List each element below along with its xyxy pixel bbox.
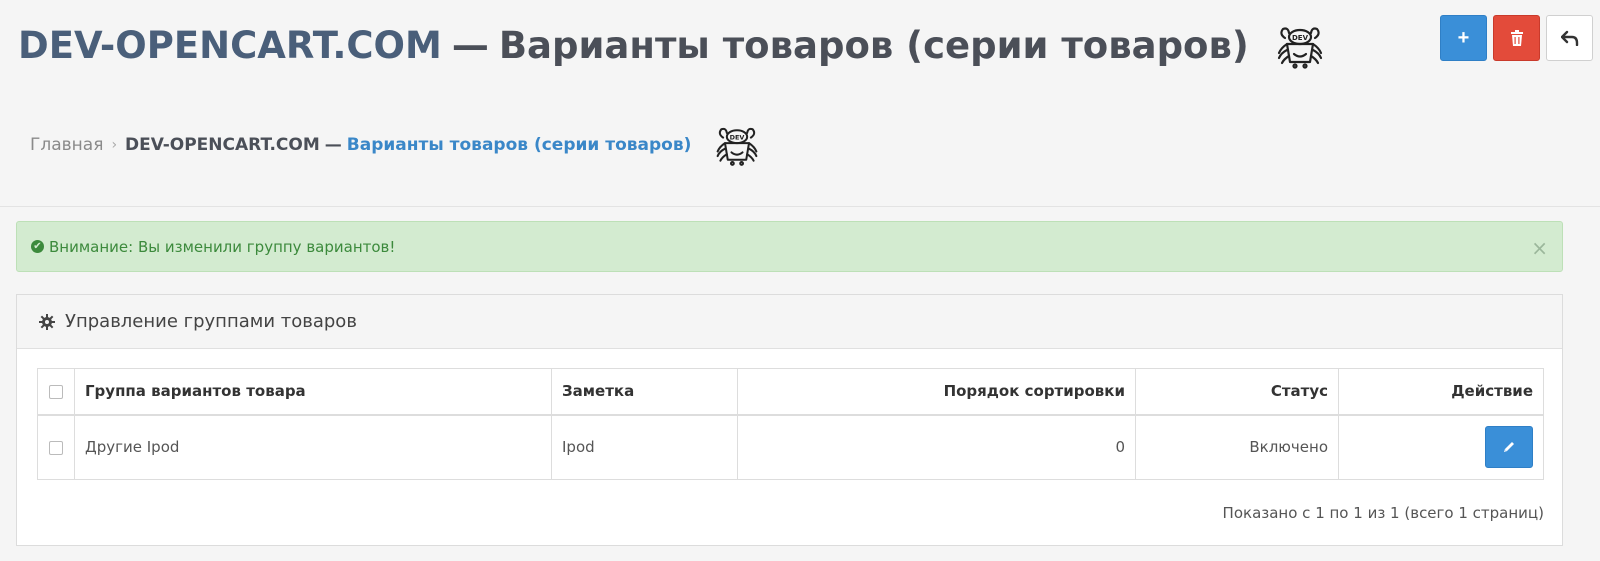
cell-note: Ipod [551, 414, 738, 480]
page-title: DEV-OPENCART.COM — Варианты товаров (сер… [18, 20, 1326, 72]
cell-name: Другие Ipod [74, 414, 552, 480]
select-all-cell [37, 368, 75, 416]
cell-action [1338, 414, 1544, 480]
column-header-sort[interactable]: Порядок сортировки [737, 368, 1136, 416]
column-header-note-label: Заметка [562, 382, 635, 401]
table-row: Другие Ipod Ipod 0 Включено [37, 414, 1544, 480]
toolbar: + [1440, 15, 1593, 61]
select-all-checkbox[interactable] [49, 384, 63, 399]
dev-crab-logo-icon: DEV [716, 127, 758, 166]
alert-close-button[interactable]: × [1531, 236, 1548, 260]
page-header: DEV-OPENCART.COM — Варианты товаров (сер… [0, 0, 1600, 207]
breadcrumb: Главная › DEV-OPENCART.COM — Варианты то… [30, 120, 761, 170]
column-header-status: Статус [1135, 368, 1339, 416]
variant-groups-table: Группа вариантов товара Заметка Порядок … [37, 368, 1544, 480]
page-title-dash: — [451, 24, 489, 67]
column-header-sort-label: Порядок сортировки [943, 382, 1125, 401]
pagination-info: Показано с 1 по 1 из 1 (всего 1 страниц) [1222, 504, 1544, 522]
cell-status: Включено [1135, 414, 1339, 480]
column-header-note: Заметка [551, 368, 738, 416]
column-header-action: Действие [1338, 368, 1544, 416]
check-circle-icon: ✔ [31, 240, 44, 253]
success-alert: ✔ Внимание: Вы изменили группу вариантов… [16, 221, 1563, 272]
row-checkbox[interactable] [49, 440, 63, 455]
product-groups-panel: Управление группами товаров Группа вариа… [16, 294, 1563, 546]
alert-message: Внимание: Вы изменили группу вариантов! [49, 237, 396, 256]
table-header-row: Группа вариантов товара Заметка Порядок … [37, 368, 1544, 416]
breadcrumb-current-link[interactable]: Варианты товаров (серии товаров) [347, 135, 692, 155]
delete-button[interactable] [1493, 15, 1540, 61]
add-button[interactable]: + [1440, 15, 1487, 61]
plus-icon: + [1457, 26, 1470, 49]
gear-icon [39, 313, 55, 330]
breadcrumb-dash: — [324, 135, 342, 155]
breadcrumb-separator: › [111, 137, 118, 153]
reply-icon [1560, 30, 1578, 46]
breadcrumb-brand: DEV-OPENCART.COM [125, 135, 320, 155]
edit-button[interactable] [1485, 426, 1533, 469]
title-logo-text: DEV [1292, 34, 1309, 42]
column-header-name-label: Группа вариантов товара [85, 382, 306, 401]
column-header-action-label: Действие [1451, 382, 1533, 401]
trash-icon [1510, 30, 1523, 46]
column-header-name[interactable]: Группа вариантов товара [74, 368, 552, 416]
back-button[interactable] [1546, 15, 1593, 61]
page-title-text: Варианты товаров (серии товаров) [498, 24, 1249, 67]
page-title-brand: DEV-OPENCART.COM [18, 24, 442, 67]
pencil-icon [1504, 442, 1514, 453]
column-header-status-label: Статус [1270, 382, 1328, 401]
breadcrumb-home-link[interactable]: Главная [30, 135, 103, 155]
row-select-cell [37, 414, 75, 480]
dev-crab-logo-icon: DEV [1277, 27, 1322, 69]
breadcrumb-logo-text: DEV [730, 133, 745, 141]
cell-sort: 0 [737, 414, 1136, 480]
panel-title: Управление группами товаров [65, 311, 357, 332]
panel-heading: Управление группами товаров [17, 295, 1562, 349]
